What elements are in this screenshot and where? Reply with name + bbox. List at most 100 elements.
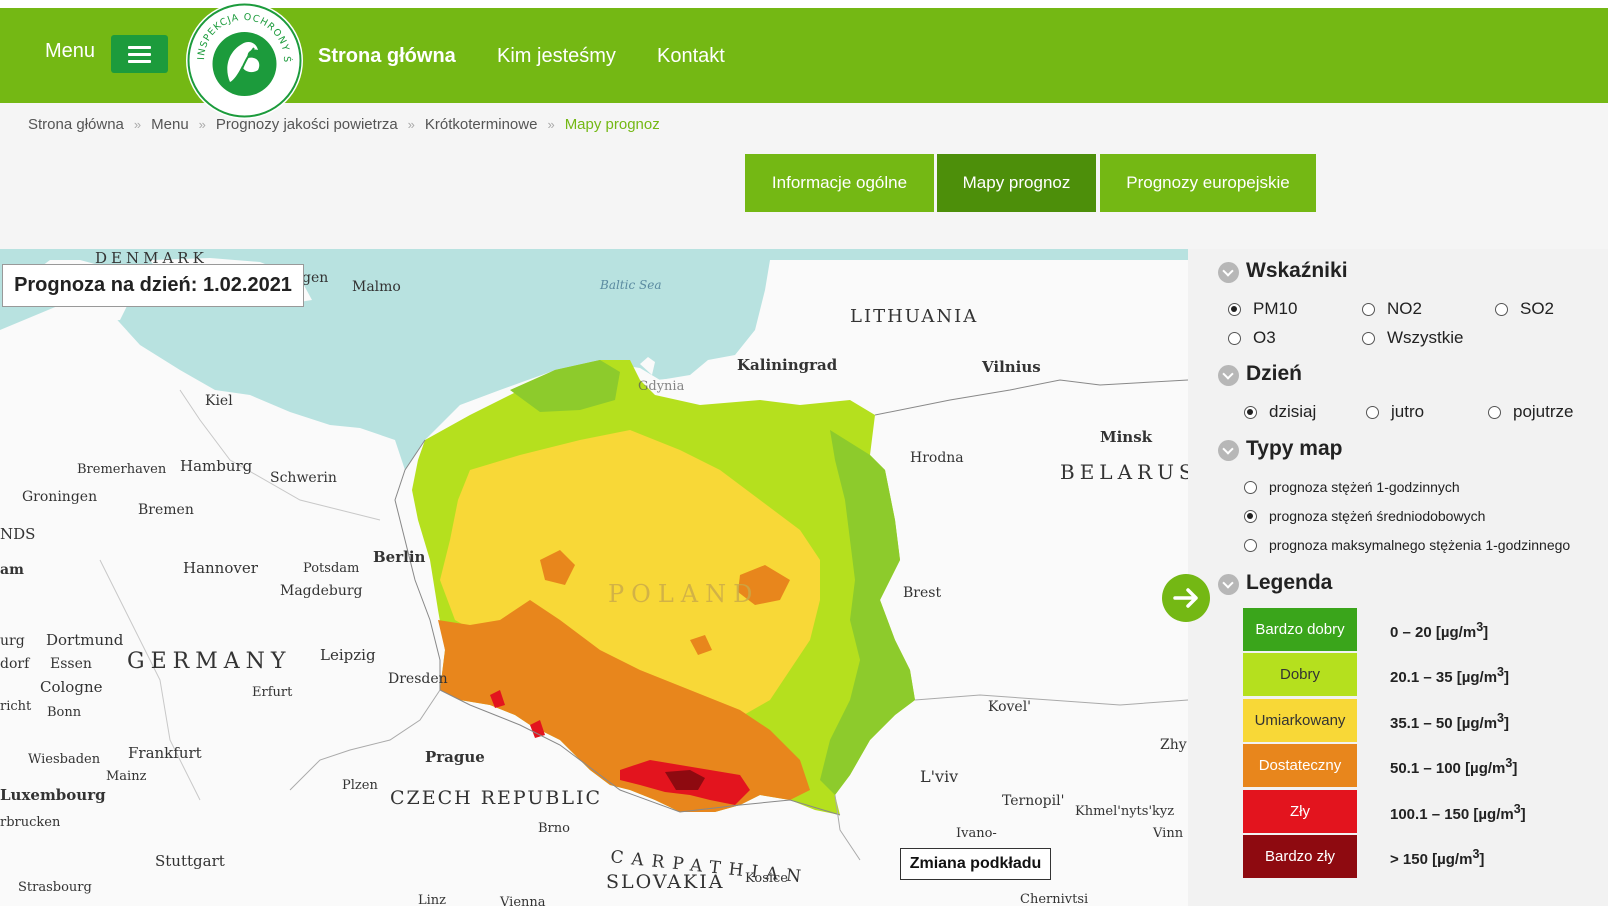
nav-home-link[interactable]: Strona główna [318,45,456,68]
breadcrumb-item-short-term[interactable]: Krótkoterminowe [425,116,538,133]
nav-contact-link[interactable]: Kontakt [657,45,725,68]
breadcrumb-separator: » [547,117,555,132]
radio-today[interactable]: dzisiaj [1244,402,1316,422]
hamburger-icon [128,60,151,63]
breadcrumb-item-menu[interactable]: Menu [151,116,189,133]
legend-swatch-moderate: Umiarkowany [1243,699,1357,742]
radio-all[interactable]: Wszystkie [1362,328,1464,348]
map-label-kiel: Kiel [205,393,233,409]
radio-dot [1244,509,1257,523]
map-label-vienna: Vienna [499,895,546,906]
site-logo[interactable]: INSPEKCJA OCHRONY ŚRODOWISKA [181,0,303,119]
map-label-berlin: Berlin [373,548,426,566]
map-label-kovel: Kovel' [988,699,1031,715]
legend-swatch-very-good: Bardzo dobry [1243,608,1357,651]
map-label-kosice: Kosice [745,871,788,886]
chevron-down-icon[interactable] [1218,574,1239,595]
legend-swatch-bad: Zły [1243,790,1357,833]
legend-range-very-bad: > 150 [µg/m3] [1390,847,1485,868]
map-label-cologne: Cologne [40,678,103,696]
radio-map-hourly[interactable]: prognoza stężeń 1-godzinnych [1244,479,1460,495]
radio-so2[interactable]: SO2 [1495,299,1554,319]
map-label-poland: POLAND [608,580,759,608]
map-label-chernivtsi: Chernivtsi [1020,892,1088,906]
toggle-panel-button[interactable] [1162,574,1210,622]
section-title-legend: Legenda [1246,571,1333,594]
tab-forecast-maps[interactable]: Mapy prognoz [937,154,1096,212]
breadcrumb-separator: » [198,117,206,132]
breadcrumb-separator: » [407,117,415,132]
legend-range-very-good: 0 – 20 [µg/m3] [1390,620,1489,641]
map-label-vinn: Vinn [1152,826,1184,841]
site-header: Menu INSPEKCJA OCHRONY ŚRODOWISKA Strona… [0,0,1608,119]
radio-dot [1228,331,1241,345]
radio-map-max-hourly[interactable]: prognoza maksymalnego stężenia 1-godzinn… [1244,537,1570,553]
map-label-luxembourg: Luxembourg [0,786,106,804]
legend-swatch-good: Dobry [1243,653,1357,696]
chevron-down-icon[interactable] [1218,262,1239,283]
map-label-strasbourg: Strasbourg [18,880,92,895]
map-label-rbrucken: rbrucken [0,815,61,830]
radio-o3[interactable]: O3 [1228,328,1276,348]
radio-pm10[interactable]: PM10 [1228,299,1297,319]
map-label-hannover: Hannover [183,559,259,577]
map-label-wiesbaden: Wiesbaden [28,752,101,767]
map-label-baltic-sea: Baltic Sea [599,278,661,292]
map-label-erfurt: Erfurt [252,685,293,700]
radio-day-after-tomorrow[interactable]: pojutrze [1488,402,1573,422]
map-label-ivano: Ivano- [956,826,997,841]
radio-tomorrow[interactable]: jutro [1366,402,1424,422]
radio-dot [1362,302,1375,316]
section-title-indicators: Wskaźniki [1246,259,1348,282]
map-canvas: DENMARK gen Malmo Baltic Sea LITHUANIA K… [0,249,1188,906]
map-label-belarus: BELARUS [1060,460,1188,484]
hamburger-icon [128,46,151,49]
map-label-ternopil: Ternopil' [1002,793,1064,809]
breadcrumb: Strona główna » Menu » Prognozy jakości powi… [28,116,660,133]
chevron-down-icon[interactable] [1218,365,1239,386]
forecast-map[interactable]: DENMARK gen Malmo Baltic Sea LITHUANIA K… [0,249,1188,906]
radio-dot [1488,405,1501,419]
radio-dot [1244,538,1257,552]
change-basemap-button[interactable]: Zmiana podkładu [900,848,1051,880]
breadcrumb-item-home[interactable]: Strona główna [28,116,124,133]
map-label-gdynia: Gdynia [638,379,685,394]
map-label-dorf: dorf [0,656,31,672]
map-label-hrodna: Hrodna [910,450,964,466]
radio-dot [1495,302,1508,316]
map-label-bremerhaven: Bremerhaven [77,462,167,477]
breadcrumb-separator: » [133,117,142,132]
map-label-groningen: Groningen [22,489,97,505]
legend-range-good: 20.1 – 35 [µg/m3] [1390,665,1509,686]
forecast-date-label: Prognoza na dzień: 1.02.2021 [2,264,304,307]
map-label-mainz: Mainz [106,769,147,784]
nav-about-link[interactable]: Kim jesteśmy [497,45,616,68]
map-label-dresden: Dresden [388,671,448,687]
radio-map-daily-average[interactable]: prognoza stężeń średniodobowych [1244,508,1485,524]
radio-no2[interactable]: NO2 [1362,299,1422,319]
menu-label: Menu [45,40,96,62]
map-label-bremen: Bremen [138,502,194,518]
map-label-malmo: Malmo [352,279,401,295]
map-label-slovakia: SLOVAKIA [606,871,724,893]
map-label-lviv: L'viv [920,767,958,786]
map-label-khmelnytskyi: Khmel'nyts'kyz [1075,804,1174,819]
map-label-richt: richt [0,699,32,714]
radio-dot [1244,405,1257,419]
breadcrumb-item-forecasts[interactable]: Prognozy jakości powietrza [216,116,398,133]
chevron-down-icon[interactable] [1218,440,1239,461]
radio-dot [1362,331,1375,345]
map-label-gen: gen [302,270,328,286]
menu-button[interactable] [111,35,168,73]
tab-european-forecasts[interactable]: Prognozy europejskie [1100,154,1316,212]
legend-swatch-very-bad: Bardzo zły [1243,835,1357,878]
map-label-stuttgart: Stuttgart [155,852,225,870]
legend-range-sufficient: 50.1 – 100 [µg/m3] [1390,756,1518,777]
section-title-day: Dzień [1246,362,1303,385]
map-label-magdeburg: Magdeburg [280,583,363,599]
map-label-am: am [0,562,24,578]
legend-range-bad: 100.1 – 150 [µg/m3] [1390,802,1526,823]
map-label-nds: NDS [0,525,35,543]
tab-general-info[interactable]: Informacje ogólne [745,154,934,212]
hamburger-icon [128,53,151,56]
